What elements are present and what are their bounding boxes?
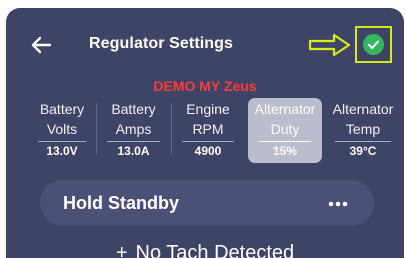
arrow-right-outline-icon bbox=[308, 33, 351, 57]
metric-underline bbox=[259, 141, 311, 142]
metric-value: 39°C bbox=[349, 144, 377, 158]
metric-alternator-duty[interactable]: Alternator Duty 15% bbox=[248, 98, 322, 163]
hold-standby-button[interactable]: Hold Standby bbox=[40, 180, 374, 226]
metric-battery-amps[interactable]: Battery Amps 13.0A bbox=[96, 98, 171, 163]
header: Regulator Settings bbox=[6, 8, 404, 84]
metric-value: 4900 bbox=[194, 144, 222, 158]
metric-label-line2: Duty bbox=[270, 121, 300, 137]
metric-underline bbox=[335, 141, 391, 142]
metric-underline bbox=[182, 141, 234, 142]
metric-engine-rpm[interactable]: Engine RPM 4900 bbox=[171, 98, 245, 163]
tach-status: + No Tach Detected bbox=[6, 242, 404, 258]
checkmark-icon bbox=[368, 40, 379, 49]
metric-label-line1: Alternator bbox=[332, 101, 394, 117]
check-circle-icon bbox=[363, 34, 384, 55]
metric-value: 13.0V bbox=[46, 144, 78, 158]
page-title: Regulator Settings bbox=[89, 35, 234, 52]
arrow-left-icon[interactable] bbox=[30, 34, 52, 56]
hold-standby-label: Hold Standby bbox=[63, 193, 179, 213]
confirm-button[interactable] bbox=[355, 26, 392, 63]
more-horizontal-icon[interactable] bbox=[328, 201, 348, 207]
metric-value: 13.0A bbox=[117, 144, 150, 158]
status-prefix: + bbox=[115, 242, 128, 258]
regulator-settings-screen: Regulator Settings DEMO MY Zeus Battery … bbox=[6, 8, 404, 258]
metric-label-line2: Amps bbox=[115, 121, 152, 137]
demo-label: DEMO MY Zeus bbox=[153, 78, 257, 94]
metric-label-line2: Temp bbox=[345, 121, 381, 137]
metric-battery-volts[interactable]: Battery Volts 13.0V bbox=[28, 98, 96, 163]
metric-value: 15% bbox=[272, 144, 298, 158]
metric-underline bbox=[107, 141, 160, 142]
metrics-tabs: Battery Volts 13.0V Battery Amps 13.0A E… bbox=[28, 98, 403, 163]
status-text: No Tach Detected bbox=[135, 242, 295, 258]
metric-label-line2: RPM bbox=[192, 121, 224, 137]
metric-label-line2: Volts bbox=[46, 121, 78, 137]
metric-label-line1: Engine bbox=[186, 101, 230, 117]
metric-label-line1: Alternator bbox=[254, 101, 316, 117]
metric-alternator-temp[interactable]: Alternator Temp 39°C bbox=[323, 98, 403, 163]
metric-label-line1: Battery bbox=[39, 101, 85, 117]
metric-label-line1: Battery bbox=[111, 101, 156, 117]
metric-underline bbox=[38, 141, 86, 142]
